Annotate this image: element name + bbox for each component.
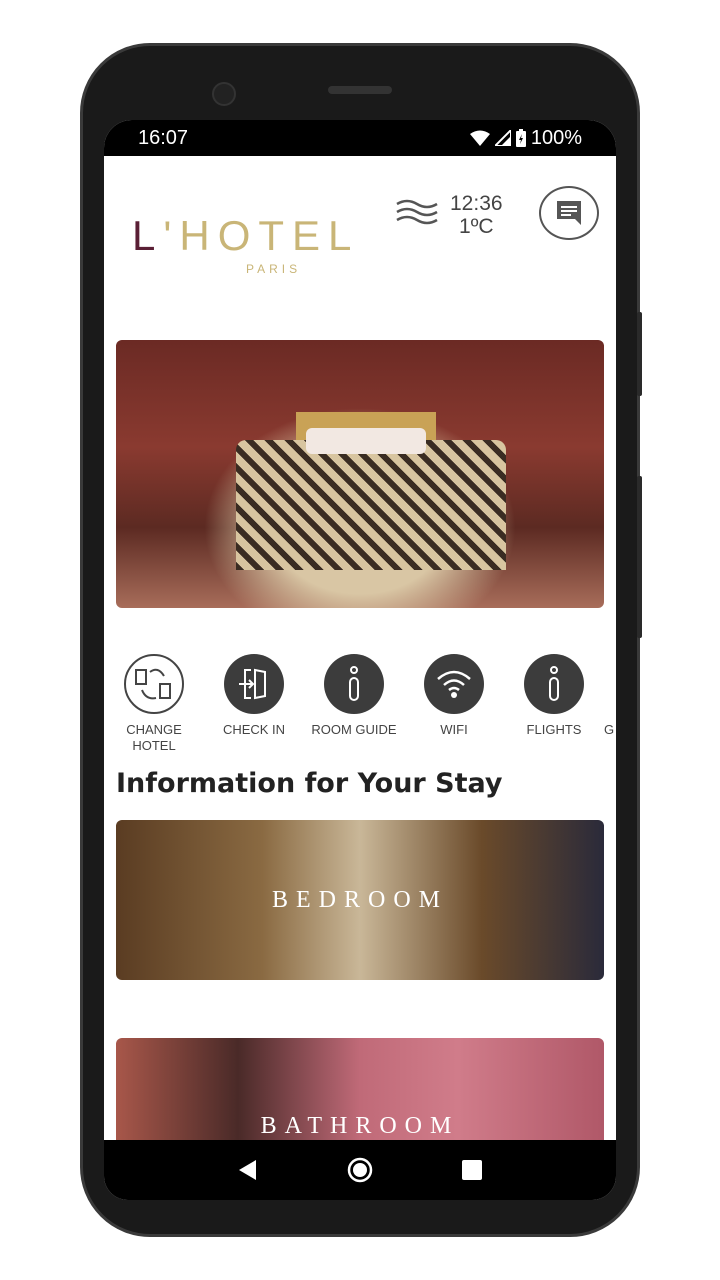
logo-l: L	[132, 212, 164, 259]
wifi-icon	[469, 130, 490, 146]
quick-label: FLIGHTS	[526, 722, 582, 737]
card-label: BEDROOM	[271, 886, 448, 913]
camera	[212, 82, 236, 106]
battery-percent: 100%	[530, 126, 582, 149]
change-hotel-icon	[135, 668, 171, 700]
wifi-icon	[437, 670, 471, 698]
volume-button	[637, 476, 642, 638]
quick-check-in[interactable]: CHECK IN	[204, 654, 304, 754]
quick-label: WIFI	[440, 722, 468, 737]
quick-label: CHANGE HOTEL	[126, 722, 182, 753]
battery-charging-icon	[515, 129, 526, 147]
check-in-door-icon	[239, 668, 266, 700]
hotel-logo: L'HOTEL PARIS	[132, 212, 362, 276]
screen: 16:07 100% L'HOTEL PARIS 12:36 1ºC CHANG…	[104, 120, 616, 1200]
weather-time: 12:36	[450, 192, 503, 215]
info-icon	[349, 666, 359, 701]
card-bathroom[interactable]: BATHROOM	[116, 1038, 604, 1140]
weather-widget: 12:36 1ºC	[450, 192, 503, 238]
nav-bar	[104, 1140, 616, 1200]
logo-sub: PARIS	[246, 262, 302, 276]
signal-icon	[494, 130, 511, 146]
logo-hotel: 'HOTEL	[163, 212, 360, 259]
quick-label: CHECK IN	[222, 722, 286, 737]
card-bedroom[interactable]: BEDROOM	[116, 820, 604, 980]
section-title: Information for Your Stay	[116, 768, 503, 799]
quick-more[interactable]: G	[604, 654, 616, 754]
chat-button[interactable]	[539, 186, 599, 240]
quick-label: G	[604, 722, 615, 737]
power-button	[637, 312, 642, 396]
quick-change-hotel[interactable]: CHANGE HOTEL	[104, 654, 204, 754]
status-time: 16:07	[138, 126, 189, 149]
quick-wifi[interactable]: WIFI	[404, 654, 504, 754]
wind-icon	[396, 199, 438, 225]
quick-flights[interactable]: FLIGHTS	[504, 654, 604, 754]
hero-image	[116, 340, 604, 608]
status-bar: 16:07 100%	[104, 120, 616, 156]
quick-label: ROOM GUIDE	[311, 722, 397, 737]
quick-room-guide[interactable]: ROOM GUIDE	[304, 654, 404, 754]
chat-icon	[557, 201, 581, 225]
info-icon	[549, 666, 559, 701]
recents-icon[interactable]	[461, 1160, 482, 1180]
app-content: L'HOTEL PARIS 12:36 1ºC CHANGE HOTEL CHE…	[104, 156, 616, 1140]
back-icon[interactable]	[238, 1159, 258, 1181]
quick-actions: CHANGE HOTEL CHECK IN ROOM GUIDE WIFI FL…	[104, 654, 616, 754]
home-icon[interactable]	[347, 1157, 373, 1183]
speaker	[328, 86, 392, 94]
card-label: BATHROOM	[260, 1113, 460, 1139]
weather-temp: 1ºC	[459, 215, 494, 238]
